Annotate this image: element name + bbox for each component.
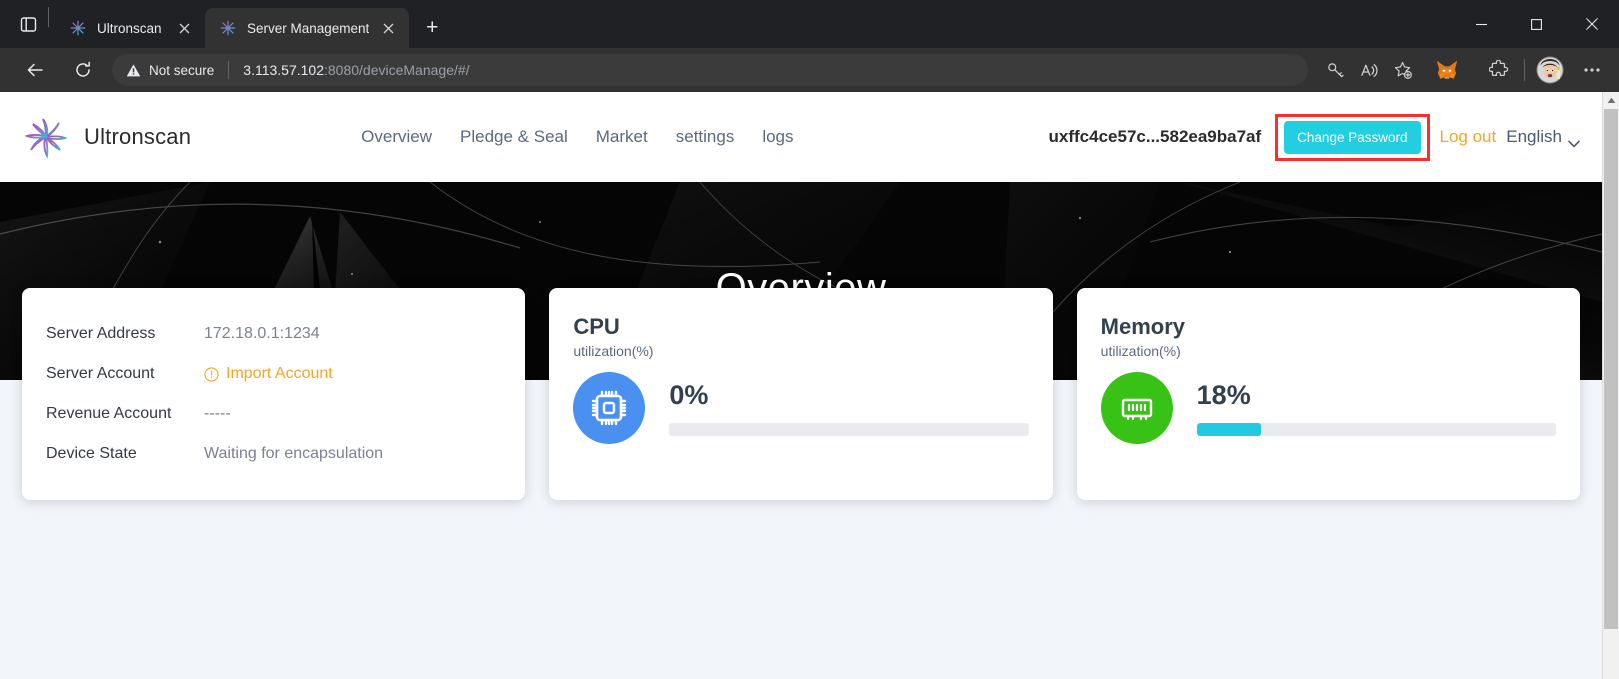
nav-item-settings[interactable]: settings: [676, 127, 735, 147]
ultronscan-pinwheel-icon: [22, 113, 70, 161]
toolbar-actions: [1318, 53, 1609, 87]
memory-metric: 18%: [1100, 372, 1556, 444]
back-arrow-icon[interactable]: [18, 53, 52, 87]
browser-titlebar: Ultronscan Server Management +: [0, 0, 1619, 48]
page-viewport: Ultronscan Overview Pledge & Seal Market…: [0, 92, 1619, 679]
cpu-metric: 0%: [573, 372, 1029, 444]
header-right: uxffc4ce57c...582ea9ba7af Change Passwor…: [1049, 113, 1580, 161]
minimize-button[interactable]: [1454, 0, 1509, 48]
device-state-value: Waiting for encapsulation: [204, 445, 384, 462]
device-state-label: Device State: [46, 445, 137, 462]
brand-name: Ultronscan: [84, 124, 192, 149]
close-icon[interactable]: [173, 17, 195, 39]
language-label: English: [1506, 127, 1562, 146]
wallet-address[interactable]: uxffc4ce57c...582ea9ba7af: [1049, 127, 1262, 147]
cpu-card: CPU utilization(%) 0%: [549, 288, 1053, 500]
ultronscan-logo-icon: [69, 19, 87, 37]
tab-title: Ultronscan: [97, 20, 162, 36]
revenue-account-value: -----: [204, 405, 231, 422]
server-account-label: Server Account: [46, 365, 155, 382]
new-tab-button[interactable]: +: [415, 11, 449, 45]
language-selector[interactable]: English: [1506, 127, 1580, 148]
change-password-button[interactable]: Change Password: [1284, 120, 1421, 154]
tab-list-icon[interactable]: [8, 0, 48, 48]
revenue-account-label: Revenue Account: [46, 405, 172, 422]
window-controls: [1454, 0, 1619, 48]
nav-item-overview[interactable]: Overview: [361, 127, 432, 147]
server-address-value: 172.18.0.1:1234: [204, 325, 320, 342]
info-row: Server Address 172.18.0.1:1234: [46, 314, 501, 354]
metamask-fox-icon[interactable]: [1430, 53, 1464, 87]
url-path: :8080/deviceManage/#/: [324, 62, 470, 78]
cpu-percent: 0%: [669, 380, 709, 410]
reload-icon[interactable]: [66, 53, 100, 87]
info-row: Server Account Import Account: [46, 354, 501, 394]
app-header: Ultronscan Overview Pledge & Seal Market…: [0, 92, 1602, 182]
read-aloud-icon[interactable]: [1352, 53, 1386, 87]
cpu-chip-icon: [573, 372, 646, 444]
extensions-icon[interactable]: [1482, 53, 1516, 87]
brand[interactable]: Ultronscan: [22, 113, 191, 161]
address-bar[interactable]: Not secure 3.113.57.102:8080/deviceManag…: [112, 54, 1308, 86]
chevron-down-icon: [1568, 133, 1580, 148]
password-key-icon[interactable]: [1318, 53, 1352, 87]
server-info-card: Server Address 172.18.0.1:1234 Server Ac…: [22, 288, 526, 500]
scroll-up-arrow-icon[interactable]: [1603, 92, 1619, 109]
tab-title: Server Management: [247, 20, 370, 36]
url-host: 3.113.57.102: [243, 62, 324, 78]
page-scrollbar[interactable]: [1602, 92, 1619, 679]
toolbar-divider: [1524, 59, 1525, 81]
close-window-button[interactable]: [1564, 0, 1619, 48]
memory-title: Memory: [1100, 314, 1186, 339]
browser-toolbar: Not secure 3.113.57.102:8080/deviceManag…: [0, 48, 1619, 92]
profile-avatar-icon[interactable]: [1533, 53, 1567, 87]
memory-ram-icon: [1100, 372, 1173, 444]
security-status-label: Not secure: [149, 62, 215, 78]
memory-progress-bar: [1196, 423, 1556, 436]
memory-percent: 18%: [1196, 380, 1251, 410]
close-icon[interactable]: [377, 17, 399, 39]
memory-subtitle: utilization(%): [1100, 343, 1181, 359]
memory-progress-fill: [1196, 423, 1262, 436]
ultronscan-logo-icon: [219, 19, 237, 37]
info-row: Revenue Account -----: [46, 394, 501, 434]
cpu-title: CPU: [573, 314, 620, 339]
import-account-label: Import Account: [226, 365, 333, 382]
info-row: Device State Waiting for encapsulation: [46, 434, 501, 474]
nav-item-market[interactable]: Market: [596, 127, 648, 147]
nav-item-pledge-seal[interactable]: Pledge & Seal: [460, 127, 568, 147]
browser-tab[interactable]: Ultronscan: [55, 8, 205, 48]
nav-item-logs[interactable]: logs: [762, 127, 793, 147]
logout-link[interactable]: Log out: [1440, 127, 1497, 147]
main-nav: Overview Pledge & Seal Market settings l…: [361, 127, 793, 147]
server-address-label: Server Address: [46, 325, 156, 342]
cpu-readout: 0%: [669, 380, 1029, 436]
overview-cards: Server Address 172.18.0.1:1234 Server Ac…: [0, 288, 1602, 500]
not-secure-warning-icon: [126, 63, 141, 78]
add-favorite-icon[interactable]: [1386, 53, 1420, 87]
maximize-button[interactable]: [1509, 0, 1564, 48]
url-text: 3.113.57.102:8080/deviceManage/#/: [243, 62, 1302, 78]
cpu-progress-bar: [669, 423, 1029, 436]
cpu-subtitle: utilization(%): [573, 343, 654, 359]
scrollbar-thumb[interactable]: [1604, 109, 1618, 629]
omnibox-divider: [228, 61, 230, 79]
change-password-highlight: Change Password: [1275, 113, 1430, 161]
exclamation-circle-icon: [204, 366, 219, 382]
browser-tab-active[interactable]: Server Management: [205, 8, 410, 48]
memory-card: Memory utilization(%) 18%: [1076, 288, 1580, 500]
tab-strip: Ultronscan Server Management +: [0, 0, 449, 48]
web-page: Ultronscan Overview Pledge & Seal Market…: [0, 92, 1602, 679]
import-account-link[interactable]: Import Account: [204, 365, 333, 383]
browser-window: Ultronscan Server Management + Not secur…: [0, 0, 1619, 679]
settings-more-icon[interactable]: [1575, 53, 1609, 87]
memory-readout: 18%: [1196, 380, 1556, 436]
titlebar-divider: [48, 7, 49, 27]
